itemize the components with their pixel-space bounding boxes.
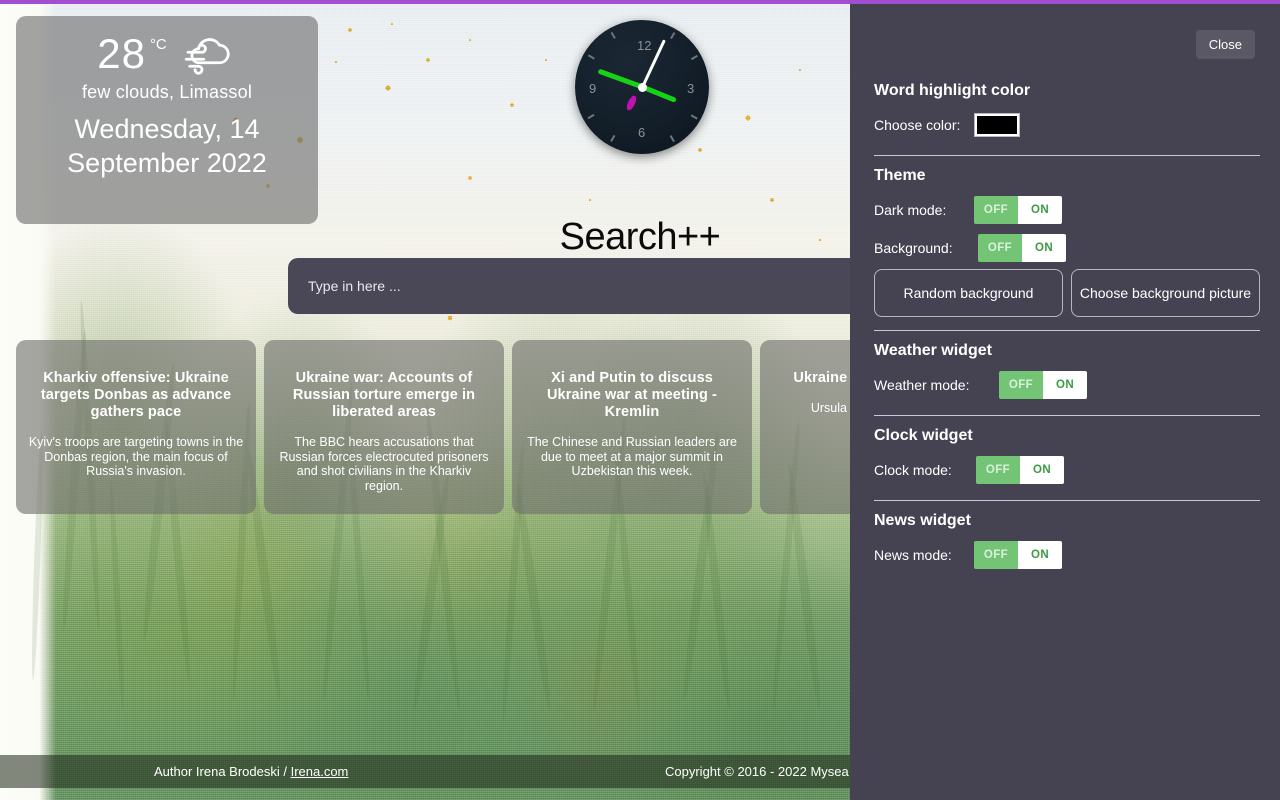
dark-mode-toggle[interactable]: OFF ON bbox=[974, 196, 1062, 224]
background-off-option[interactable]: OFF bbox=[978, 234, 1022, 262]
choose-color-label: Choose color: bbox=[874, 117, 961, 133]
news-card-title: Ukraine war: Accounts of Russian torture… bbox=[292, 370, 476, 420]
footer-author-text: Author Irena Brodeski / bbox=[154, 764, 291, 779]
dark-mode-off-option[interactable]: OFF bbox=[974, 196, 1018, 224]
divider-after-theme bbox=[874, 330, 1260, 331]
background-on-option[interactable]: ON bbox=[1022, 234, 1066, 262]
clock-mode-label: Clock mode: bbox=[874, 462, 952, 478]
divider-after-weather bbox=[874, 415, 1260, 416]
section-title-weather-widget: Weather widget bbox=[874, 342, 992, 359]
news-card[interactable]: Kharkiv offensive: Ukraine targets Donba… bbox=[16, 340, 256, 514]
dark-mode-label: Dark mode: bbox=[874, 202, 947, 218]
news-mode-toggle[interactable]: OFF ON bbox=[974, 541, 1062, 569]
footer-author: Author Irena Brodeski / Irena.com bbox=[154, 764, 348, 779]
clock-number-6: 6 bbox=[638, 125, 646, 140]
close-button[interactable]: Close bbox=[1195, 30, 1255, 59]
clock-mode-on-option[interactable]: ON bbox=[1020, 456, 1064, 484]
row-weather-mode: Weather mode: OFF ON bbox=[874, 368, 1260, 402]
divider-after-clock bbox=[874, 500, 1260, 501]
weather-date: Wednesday, 14 September 2022 bbox=[67, 114, 267, 178]
news-card-description: The BBC hears accusations that Russian f… bbox=[279, 434, 489, 494]
random-background-button[interactable]: Random background bbox=[874, 269, 1063, 317]
weather-widget: 28 °C few clouds, Limassol Wednesday, 14… bbox=[16, 16, 318, 224]
section-title-theme: Theme bbox=[874, 167, 926, 184]
row-news-mode: News mode: OFF ON bbox=[874, 538, 1260, 572]
weather-main-row: 28 °C bbox=[16, 32, 318, 76]
clock-number-9: 9 bbox=[589, 81, 597, 96]
color-swatch-value bbox=[977, 116, 1017, 134]
clock-mode-toggle[interactable]: OFF ON bbox=[976, 456, 1064, 484]
section-title-news-widget: News widget bbox=[874, 512, 971, 529]
background-toggle[interactable]: OFF ON bbox=[978, 234, 1066, 262]
footer-copyright: Copyright © 2016 - 2022 Mysea bbox=[665, 764, 849, 779]
weather-mode-toggle[interactable]: OFF ON bbox=[999, 371, 1087, 399]
clock-number-12: 12 bbox=[637, 38, 652, 53]
background-buttons-row: Random background Choose background pict… bbox=[874, 269, 1260, 317]
settings-panel-body: Word highlight color Choose color: Theme… bbox=[874, 82, 1260, 576]
clock-number-3: 3 bbox=[687, 81, 695, 96]
color-swatch-picker[interactable] bbox=[974, 113, 1020, 137]
news-mode-off-option[interactable]: OFF bbox=[974, 541, 1018, 569]
footer-author-link[interactable]: Irena.com bbox=[291, 764, 349, 779]
row-clock-mode: Clock mode: OFF ON bbox=[874, 453, 1260, 487]
news-mode-on-option[interactable]: ON bbox=[1018, 541, 1062, 569]
settings-panel: Close Word highlight color Choose color:… bbox=[850, 0, 1280, 800]
news-card-description: Kyiv's troops are targeting towns in the… bbox=[28, 434, 244, 479]
app-root: 28 °C few clouds, Limassol Wednesday, 14… bbox=[0, 0, 1280, 800]
section-title-clock-widget: Clock widget bbox=[874, 427, 973, 444]
news-card[interactable]: Xi and Putin to discuss Ukraine war at m… bbox=[512, 340, 752, 514]
browser-accent-bar bbox=[0, 0, 1280, 4]
row-dark-mode: Dark mode: OFF ON bbox=[874, 193, 1260, 227]
dark-mode-on-option[interactable]: ON bbox=[1018, 196, 1062, 224]
weather-mode-on-option[interactable]: ON bbox=[1043, 371, 1087, 399]
news-mode-label: News mode: bbox=[874, 547, 952, 563]
weather-temperature: 28 bbox=[97, 30, 146, 77]
clock-center-cap bbox=[637, 82, 647, 92]
clock-widget: 12 3 6 9 bbox=[575, 20, 709, 154]
news-card[interactable]: Ukraine war: Accounts of Russian torture… bbox=[264, 340, 504, 514]
row-choose-color: Choose color: bbox=[874, 108, 1260, 142]
section-title-word-highlight: Word highlight color bbox=[874, 82, 1031, 99]
weather-unit: °C bbox=[149, 36, 167, 53]
background-label: Background: bbox=[874, 240, 953, 256]
weather-mode-label: Weather mode: bbox=[874, 377, 970, 393]
news-card-title: Kharkiv offensive: Ukraine targets Donba… bbox=[40, 370, 232, 420]
cloud-wind-icon bbox=[184, 38, 230, 75]
clock-mode-off-option[interactable]: OFF bbox=[976, 456, 1020, 484]
divider-after-highlight bbox=[874, 155, 1260, 156]
weather-mode-off-option[interactable]: OFF bbox=[999, 371, 1043, 399]
choose-background-picture-button[interactable]: Choose background picture bbox=[1071, 269, 1260, 317]
news-card-title: Xi and Putin to discuss Ukraine war at m… bbox=[546, 370, 717, 420]
weather-description: few clouds, Limassol bbox=[81, 82, 253, 102]
row-background: Background: OFF ON bbox=[874, 231, 1260, 265]
search-input[interactable]: Type in here ... bbox=[288, 258, 896, 314]
news-card-description: The Chinese and Russian leaders are due … bbox=[527, 434, 737, 479]
